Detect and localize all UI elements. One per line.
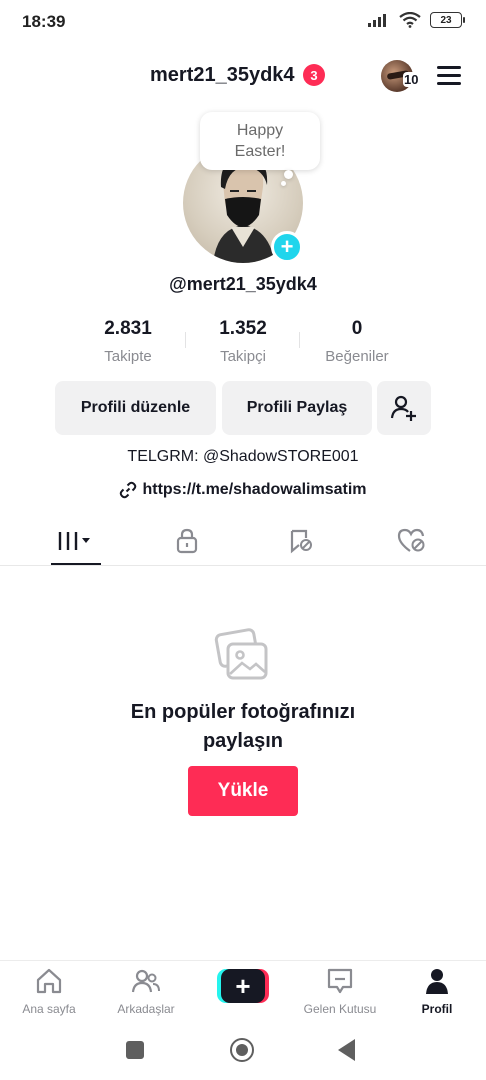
empty-state-title: En popüler fotoğrafınızı paylaşın — [130, 701, 356, 752]
nav-profile[interactable]: Profil — [389, 967, 485, 1016]
stat-divider — [299, 332, 300, 348]
status-icons: 23 — [368, 12, 465, 28]
battery-icon: 23 — [430, 12, 465, 28]
note-line-1: Happy — [236, 122, 284, 139]
stat-label: Takipte — [104, 348, 152, 365]
add-story-button[interactable]: + — [271, 231, 303, 263]
link-icon — [120, 481, 137, 499]
nav-home[interactable]: Ana sayfa — [1, 967, 97, 1016]
nav-label: Profil — [421, 1002, 453, 1016]
note-bubble-tail — [284, 170, 293, 179]
create-icon: + — [221, 969, 265, 1003]
notification-badge: 3 — [303, 64, 325, 86]
tab-favorites[interactable] — [261, 518, 341, 564]
header-username[interactable]: mert21_35ydk4 — [150, 64, 295, 87]
tab-videos[interactable] — [36, 518, 116, 564]
stat-following[interactable]: 2.831 Takipte — [73, 318, 183, 365]
bookmark-icon — [290, 529, 312, 554]
content-tabs — [0, 518, 486, 566]
nav-label: Ana sayfa — [22, 1002, 76, 1016]
note-line-2: Easter! — [234, 143, 286, 160]
upload-button[interactable]: Yükle — [188, 766, 298, 816]
profile-stats: 2.831 Takipte 1.352 Takipçi 0 Beğeniler — [0, 318, 486, 368]
lock-icon — [176, 528, 198, 554]
stat-value: 0 — [351, 318, 363, 339]
nav-label: Gelen Kutusu — [303, 1002, 377, 1016]
note-bubble[interactable]: Happy Easter! — [200, 112, 320, 170]
profile-handle: @mert21_35ydk4 — [169, 274, 317, 294]
profile-link[interactable]: https://t.me/shadowalimsatim — [0, 481, 486, 499]
stat-label: Takipçi — [220, 348, 266, 365]
create-button[interactable]: + — [217, 969, 269, 1003]
tab-liked[interactable] — [372, 518, 452, 564]
bottom-nav: Ana sayfa Arkadaşlar + Gelen Kutusu Prof… — [0, 960, 486, 1022]
liked-icon — [397, 528, 425, 552]
status-time: 18:39 — [22, 12, 66, 31]
stat-value: 1.352 — [219, 318, 267, 339]
edit-profile-button[interactable]: Profili düzenle — [55, 381, 216, 435]
recent-apps-icon[interactable] — [126, 1041, 144, 1059]
status-bar: 18:39 23 — [0, 0, 486, 44]
signal-icon — [368, 14, 386, 27]
tab-private[interactable] — [147, 518, 227, 564]
stat-followers[interactable]: 1.352 Takipçi — [188, 318, 298, 365]
note-bubble-tail-small — [281, 181, 286, 186]
photo-icon — [214, 628, 268, 680]
nav-friends[interactable]: Arkadaşlar — [98, 967, 194, 1016]
add-user-icon — [390, 395, 416, 421]
stat-likes[interactable]: 0 Beğeniler — [302, 318, 412, 365]
friends-icon — [131, 969, 160, 993]
home-button-icon[interactable] — [230, 1038, 254, 1062]
account-count: 10 — [403, 72, 420, 87]
back-icon[interactable] — [338, 1039, 355, 1061]
home-icon — [36, 968, 62, 994]
profile-link-text: https://t.me/shadowalimsatim — [142, 481, 367, 498]
profile-header: mert21_35ydk4 3 10 — [0, 56, 486, 96]
add-friend-button[interactable] — [377, 381, 431, 435]
inbox-icon — [327, 968, 353, 994]
stat-value: 2.831 — [104, 318, 152, 339]
menu-icon[interactable] — [437, 66, 461, 86]
system-nav-bar — [0, 1022, 486, 1080]
stat-divider — [185, 332, 186, 348]
wifi-icon — [399, 12, 421, 28]
profile-bio: TELGRM: @ShadowSTORE001 — [127, 448, 359, 465]
share-profile-button[interactable]: Profili Paylaş — [222, 381, 372, 435]
profile-icon — [426, 969, 448, 994]
nav-inbox[interactable]: Gelen Kutusu — [292, 967, 388, 1016]
stat-label: Beğeniler — [325, 348, 389, 365]
nav-label: Arkadaşlar — [117, 1002, 175, 1016]
grid-icon — [58, 532, 90, 550]
active-tab-indicator — [51, 563, 101, 565]
